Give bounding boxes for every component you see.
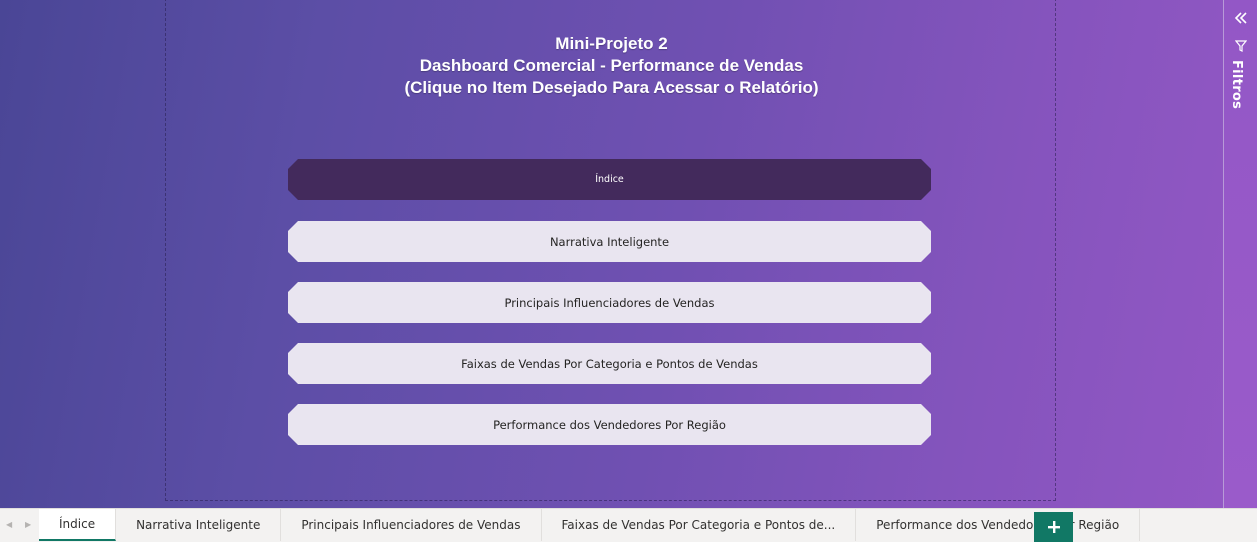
plus-icon	[1047, 521, 1060, 533]
filters-pane[interactable]: Filtros	[1223, 0, 1257, 508]
report-canvas: Mini-Projeto 2 Dashboard Comercial - Per…	[0, 0, 1223, 508]
add-page-button[interactable]	[1034, 512, 1073, 542]
title-line-1: Mini-Projeto 2	[555, 34, 668, 53]
nav-button-indice[interactable]: Índice	[288, 159, 931, 200]
filters-label[interactable]: Filtros	[1229, 60, 1244, 109]
nav-button-label: Principais Influenciadores de Vendas	[504, 295, 715, 310]
scroll-right-icon[interactable]: ▶	[25, 521, 33, 529]
nav-button-performance-vendedores[interactable]: Performance dos Vendedores Por Região	[288, 404, 931, 445]
nav-button-label: Narrativa Inteligente	[549, 234, 670, 249]
page-tab-bar: ◀ ▶ Índice Narrativa Inteligente Princip…	[0, 508, 1257, 542]
tab-principais-influenciadores[interactable]: Principais Influenciadores de Vendas	[281, 509, 542, 541]
scroll-left-icon[interactable]: ◀	[6, 521, 14, 529]
nav-button-faixas-de-vendas[interactable]: Faixas de Vendas Por Categoria e Pontos …	[288, 343, 931, 384]
report-title: Mini-Projeto 2 Dashboard Comercial - Per…	[0, 33, 1223, 99]
double-chevron-left-icon[interactable]	[1233, 10, 1249, 26]
tab-performance-vendedores[interactable]: Performance dos Vendedores Por Região	[856, 509, 1141, 541]
title-line-2: Dashboard Comercial - Performance de Ven…	[419, 56, 804, 75]
nav-button-narrativa-inteligente[interactable]: Narrativa Inteligente	[288, 221, 931, 262]
funnel-icon	[1235, 40, 1247, 52]
tab-indice[interactable]: Índice	[39, 509, 117, 541]
tab-faixas-de-vendas[interactable]: Faixas de Vendas Por Categoria e Pontos …	[541, 509, 857, 541]
title-line-3: (Clique no Item Desejado Para Acessar o …	[404, 78, 819, 97]
nav-button-label: Índice	[595, 174, 624, 185]
tab-narrativa-inteligente[interactable]: Narrativa Inteligente	[116, 509, 282, 541]
nav-button-label: Faixas de Vendas Por Categoria e Pontos …	[461, 356, 758, 371]
nav-button-principais-influenciadores[interactable]: Principais Influenciadores de Vendas	[288, 282, 931, 323]
nav-button-label: Performance dos Vendedores Por Região	[493, 417, 726, 432]
